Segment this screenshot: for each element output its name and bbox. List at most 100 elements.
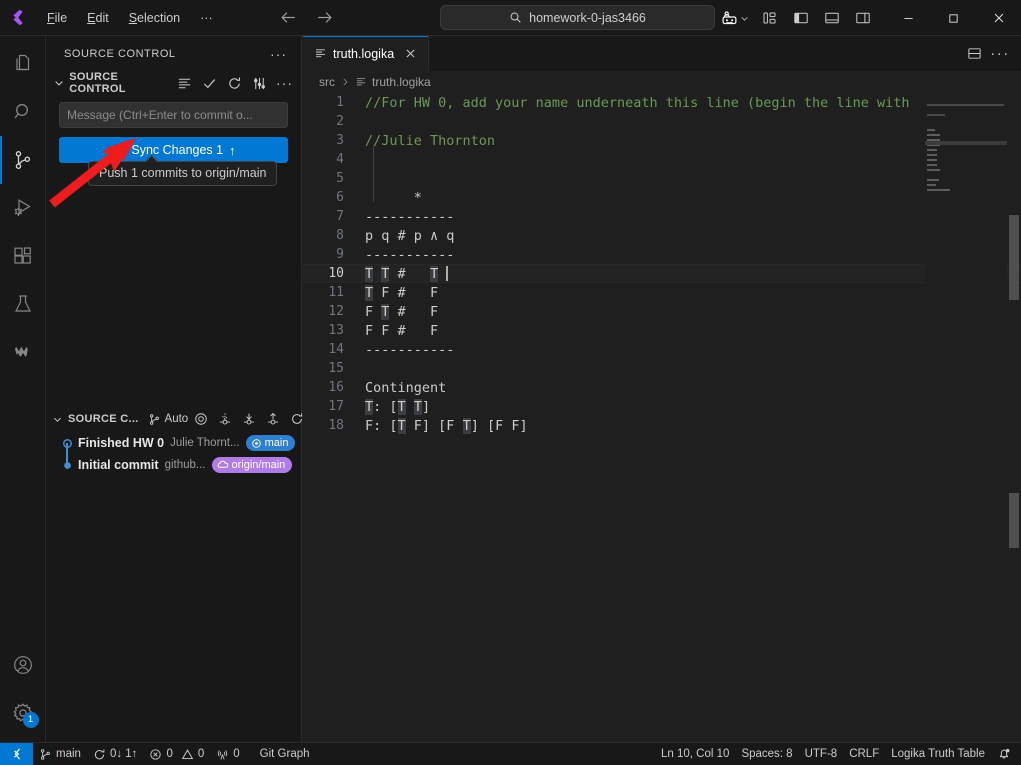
code-line[interactable]: 18 F: [T F] [F T] [F F]	[303, 416, 1021, 435]
status-eol[interactable]: CRLF	[843, 743, 885, 765]
scm-section-header[interactable]: SOURCE CONTROL ···	[46, 71, 301, 95]
minimap[interactable]	[925, 93, 1007, 745]
toggle-secondary-sidebar-icon[interactable]	[850, 5, 876, 31]
push-icon[interactable]	[265, 412, 280, 427]
refresh-icon[interactable]	[289, 412, 304, 427]
status-encoding[interactable]: UTF-8	[799, 743, 844, 765]
activity-item-extensions[interactable]	[0, 232, 46, 280]
source-control-settings-icon[interactable]	[251, 75, 268, 92]
minimize-button[interactable]	[886, 0, 931, 36]
code-line[interactable]: 1 //For HW 0, add your name underneath th…	[303, 93, 1021, 112]
remote-window-indicator[interactable]	[0, 742, 33, 765]
activity-item-logika[interactable]	[0, 328, 46, 376]
code-editor[interactable]: 1 //For HW 0, add your name underneath th…	[303, 93, 1021, 745]
status-notifications[interactable]	[991, 743, 1021, 765]
vscode-logo-icon	[0, 0, 36, 36]
scrollbar-thumb[interactable]	[1009, 215, 1019, 300]
command-center-search[interactable]: homework-0-jas3466	[440, 5, 715, 30]
activity-item-manage-settings[interactable]: 1	[0, 689, 46, 737]
minimap-line	[925, 121, 1007, 131]
fetch-icon[interactable]	[241, 412, 256, 427]
branch-chip-main[interactable]: main	[245, 435, 296, 451]
sidebar-more-actions-icon[interactable]: ···	[270, 47, 287, 61]
code-text: T T # T	[365, 265, 439, 282]
commit-row[interactable]: Initial commit github... origin/main	[46, 454, 302, 476]
sync-changes-button[interactable]: Sync Changes 1 ↑	[59, 137, 288, 163]
commit-message-input[interactable]: Message (Ctrl+Enter to commit o...	[59, 102, 288, 128]
code-line[interactable]: 17 T: [T T]	[303, 397, 1021, 416]
code-line[interactable]: 6 *	[303, 188, 1021, 207]
code-line[interactable]: 9 -----------	[303, 245, 1021, 264]
code-line[interactable]: 8 p q # p ∧ q	[303, 226, 1021, 245]
eol-label: CRLF	[849, 748, 880, 760]
code-line[interactable]: 15	[303, 359, 1021, 378]
menu-edit[interactable]: Edit	[78, 7, 118, 29]
editor-vertical-scrollbar[interactable]	[1007, 93, 1021, 745]
commit-row[interactable]: Finished HW 0 Julie Thornt... main	[46, 432, 302, 454]
activity-item-explorer[interactable]	[0, 40, 46, 88]
code-token: //For HW 0, add your name underneath thi…	[365, 94, 910, 111]
target-icon[interactable]	[193, 412, 208, 427]
activity-item-search[interactable]	[0, 88, 46, 136]
close-button[interactable]	[976, 0, 1021, 36]
status-sync[interactable]: 0↓ 1↑	[87, 743, 144, 765]
menu-file[interactable]: FFileile	[38, 7, 76, 29]
pull-icon[interactable]	[217, 412, 232, 427]
toggle-panel-icon[interactable]	[819, 5, 845, 31]
close-icon[interactable]	[402, 46, 418, 62]
code-text: -----------	[365, 342, 454, 358]
editor-more-actions-icon[interactable]: ···	[989, 43, 1011, 65]
code-line[interactable]: 2	[303, 112, 1021, 131]
graph-section-header[interactable]: SOURCE C... Auto	[46, 407, 302, 431]
code-line[interactable]: 3 //Julie Thornton	[303, 131, 1021, 150]
tab-truth-logika[interactable]: truth.logika	[303, 36, 430, 71]
layout-controls	[718, 5, 876, 31]
split-editor-down-icon[interactable]	[963, 43, 985, 65]
status-ports[interactable]: 0	[210, 743, 245, 765]
sidebar-header: SOURCE CONTROL ···	[46, 36, 301, 71]
code-line[interactable]: 13 F F # F	[303, 321, 1021, 340]
status-git-graph[interactable]: Git Graph	[254, 743, 316, 765]
scm-more-actions-icon[interactable]: ···	[276, 75, 293, 92]
view-as-list-icon[interactable]	[176, 75, 193, 92]
code-line[interactable]: 14 -----------	[303, 340, 1021, 359]
status-problems[interactable]: 0 0	[143, 743, 210, 765]
activity-item-run-and-debug[interactable]	[0, 184, 46, 232]
refresh-icon[interactable]	[226, 75, 243, 92]
code-token: : [	[373, 398, 398, 415]
code-line[interactable]: 12 F T # F	[303, 302, 1021, 321]
code-token: F: [	[365, 417, 398, 434]
scrollbar-thumb-secondary[interactable]	[1009, 493, 1019, 548]
line-number: 6	[336, 190, 344, 205]
maximize-button[interactable]	[931, 0, 976, 36]
code-line[interactable]: 7 -----------	[303, 207, 1021, 226]
toggle-primary-sidebar-icon[interactable]	[788, 5, 814, 31]
code-line[interactable]: 11 T F # F	[303, 283, 1021, 302]
commit-check-icon[interactable]	[201, 75, 218, 92]
code-line[interactable]: 10 T T # T	[303, 264, 1021, 283]
activity-item-source-control[interactable]	[0, 136, 46, 184]
code-line[interactable]: 4	[303, 150, 1021, 169]
minimap-line	[925, 131, 1007, 141]
code-line[interactable]: 16 Contingent	[303, 378, 1021, 397]
status-branch[interactable]: main	[33, 743, 87, 765]
breadcrumb-item-src[interactable]: src	[319, 75, 335, 89]
status-cursor-position[interactable]: Ln 10, Col 10	[655, 743, 735, 765]
status-indentation[interactable]: Spaces: 8	[735, 743, 798, 765]
go-back-icon[interactable]	[278, 7, 300, 29]
line-number: 3	[336, 133, 344, 148]
code-text: T: [T T]	[365, 398, 430, 415]
customize-layout-icon[interactable]	[757, 5, 783, 31]
activity-item-accounts[interactable]	[0, 641, 46, 689]
branch-chip-origin[interactable]: origin/main	[211, 457, 293, 473]
line-number: 14	[328, 342, 344, 357]
breadcrumb-item-file[interactable]: truth.logika	[355, 75, 431, 89]
code-line[interactable]: 5	[303, 169, 1021, 188]
status-language-mode[interactable]: Logika Truth Table	[885, 743, 991, 765]
remote-explorer-icon[interactable]	[718, 5, 752, 31]
graph-auto-toggle[interactable]: Auto	[148, 413, 188, 426]
go-forward-icon[interactable]	[314, 7, 336, 29]
menu-overflow[interactable]: ···	[191, 7, 222, 29]
activity-item-testing[interactable]	[0, 280, 46, 328]
menu-selection[interactable]: Selection	[120, 7, 189, 29]
